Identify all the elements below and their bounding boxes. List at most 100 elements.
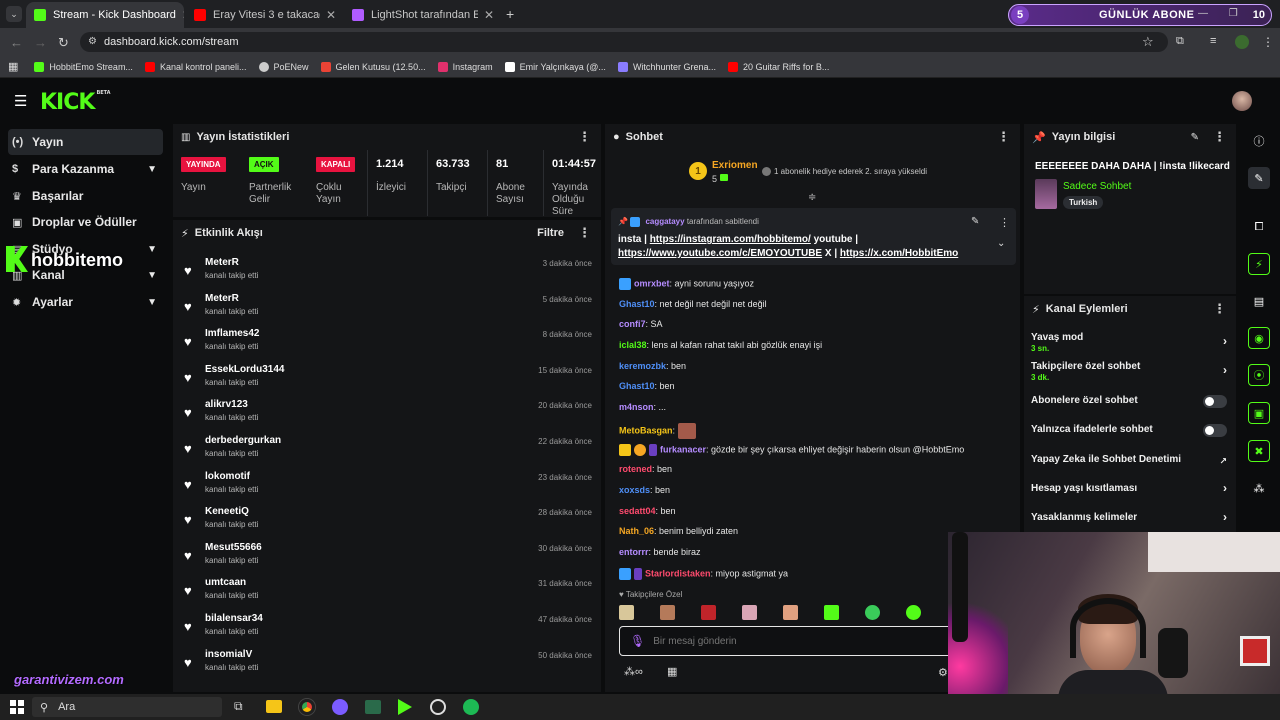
mod-tools-icon[interactable]: ⁂∞ bbox=[624, 665, 643, 678]
action-account-age[interactable]: Hesap yaşı kısıtlaması › bbox=[1031, 481, 1227, 497]
chat-username[interactable]: Starlordistaken bbox=[645, 568, 711, 578]
apps-icon[interactable]: ⁂ bbox=[1248, 477, 1270, 499]
filter-button[interactable]: Filtre bbox=[537, 227, 564, 239]
emote-icon[interactable] bbox=[701, 605, 716, 620]
pinned-user[interactable]: caggatayy bbox=[645, 217, 684, 226]
follower-name[interactable]: lokomotif bbox=[205, 471, 250, 482]
profile-icon[interactable] bbox=[1235, 35, 1249, 49]
windows-start-icon[interactable] bbox=[10, 700, 24, 714]
task-view-icon[interactable]: ⧉ bbox=[234, 699, 243, 714]
emote-icon[interactable] bbox=[742, 605, 757, 620]
taskbar-search[interactable]: ⚲ Ara bbox=[32, 697, 222, 717]
unpin-icon[interactable]: ✎ bbox=[971, 216, 979, 227]
follower-name[interactable]: bilalensar34 bbox=[205, 613, 263, 624]
bookmark-item[interactable]: HobbitEmo Stream... bbox=[34, 61, 133, 72]
follower-name[interactable]: Imflames42 bbox=[205, 328, 259, 339]
store-icon[interactable]: ▦ bbox=[667, 665, 677, 678]
follower-name[interactable]: alikrv123 bbox=[205, 399, 248, 410]
youtube-link[interactable]: https://www.youtube.com/c/EMOYOUTUBE bbox=[618, 248, 822, 259]
reload-icon[interactable]: ↻ bbox=[58, 35, 69, 51]
lightning-icon[interactable]: ⚡ bbox=[1248, 253, 1270, 275]
url-input[interactable]: dashboard.kick.com/stream bbox=[80, 32, 1168, 52]
pen-icon[interactable]: ✎ bbox=[1248, 167, 1270, 189]
category-link[interactable]: Sadece Sohbet bbox=[1063, 181, 1131, 192]
chat-username[interactable]: entorrr bbox=[619, 547, 649, 557]
emote-icon[interactable] bbox=[660, 605, 675, 620]
nav-para-kazanma[interactable]: $ Para Kazanma ▼ bbox=[8, 156, 163, 182]
spotify-icon[interactable] bbox=[463, 699, 479, 715]
instagram-link[interactable]: https://instagram.com/hobbitemo/ bbox=[650, 234, 811, 245]
new-tab-button[interactable]: + bbox=[506, 6, 514, 22]
chat-username[interactable]: iclal38 bbox=[619, 340, 647, 350]
bookmark-star-icon[interactable]: ☆ bbox=[1142, 34, 1154, 50]
nav-basarilar[interactable]: ♛ Başarılar bbox=[8, 183, 163, 209]
microphone-icon[interactable]: 🎙 bbox=[630, 634, 645, 648]
chat-menu-icon[interactable]: ⋮ bbox=[997, 129, 1010, 145]
emote-icon[interactable] bbox=[865, 605, 880, 620]
chat-username[interactable]: Ghast10 bbox=[619, 299, 655, 309]
wrench-icon[interactable]: ✖ bbox=[1248, 440, 1270, 462]
follower-name[interactable]: insomialV bbox=[205, 649, 252, 660]
x-link[interactable]: https://x.com/HobbitEmo bbox=[840, 248, 958, 259]
crop-icon[interactable]: ⧠ bbox=[1248, 216, 1270, 238]
chat-username[interactable]: confi7 bbox=[619, 319, 646, 329]
edit-icon[interactable]: ✎ bbox=[1191, 132, 1199, 143]
chat-username[interactable]: xoxsds bbox=[619, 485, 650, 495]
close-tab-icon[interactable]: ✕ bbox=[320, 8, 336, 22]
chat-username[interactable]: Nath_06 bbox=[619, 526, 654, 536]
kick-logo[interactable]: KICK BETA bbox=[40, 90, 111, 115]
nav-droplar[interactable]: ▣ Droplar ve Ödüller bbox=[8, 209, 163, 235]
bookmark-item[interactable]: Kanal kontrol paneli... bbox=[144, 61, 247, 72]
language-tag[interactable]: Turkish bbox=[1063, 196, 1104, 209]
chat-username[interactable]: Ghast10 bbox=[619, 381, 655, 391]
action-ai-moderation[interactable]: Yapay Zeka ile Sohbet Denetimi ↗ bbox=[1031, 454, 1227, 468]
chat-username[interactable]: furkanacer bbox=[660, 444, 706, 454]
follower-name[interactable]: EssekLordu3144 bbox=[205, 364, 285, 375]
action-yavas-mod[interactable]: Yavaş mod 3 sn. › bbox=[1031, 332, 1227, 356]
activity-menu-icon[interactable]: ⋮ bbox=[578, 225, 591, 241]
browser-tab-lightshot[interactable]: LightShot tarafından Ekran Gö ✕ bbox=[344, 2, 502, 28]
action-takipci-sohbet[interactable]: Takipçilere özel sohbet 3 dk. › bbox=[1031, 361, 1227, 385]
chat-message-input[interactable] bbox=[653, 635, 934, 647]
chat-username[interactable]: m4nson bbox=[619, 402, 654, 412]
stats-menu-icon[interactable]: ⋮ bbox=[578, 129, 591, 145]
emote-icon[interactable] bbox=[906, 605, 921, 620]
tab-search-button[interactable]: ⌄ bbox=[6, 6, 22, 22]
broadcast-icon[interactable]: ⦿ bbox=[1248, 364, 1270, 386]
taskbar-app-icon[interactable] bbox=[365, 700, 381, 714]
top-gifter-name[interactable]: Exriomen bbox=[712, 160, 758, 171]
emote-toggle[interactable] bbox=[1203, 424, 1227, 437]
taskbar-app-icon[interactable] bbox=[332, 699, 348, 715]
info-icon[interactable]: ⓘ bbox=[1248, 130, 1270, 152]
follower-name[interactable]: MeterR bbox=[205, 293, 239, 304]
emote-icon[interactable] bbox=[783, 605, 798, 620]
pinned-menu-icon[interactable]: ⋮ bbox=[999, 216, 1010, 229]
site-info-icon[interactable]: ⚙ bbox=[88, 36, 97, 47]
back-icon[interactable]: ← bbox=[10, 35, 23, 50]
expand-pinned-icon[interactable]: ⌄ bbox=[997, 238, 1005, 249]
browser-tab-youtube[interactable]: Eray Vitesi 3 e takacağına 1 e ta ✕ bbox=[186, 2, 344, 28]
chat-input[interactable]: 🎙 bbox=[619, 626, 959, 656]
file-explorer-icon[interactable] bbox=[266, 700, 282, 713]
extensions-icon[interactable]: ⧉ bbox=[1176, 35, 1184, 48]
follower-name[interactable]: MeterR bbox=[205, 257, 239, 268]
window-controls[interactable]: — ❐ bbox=[1198, 8, 1238, 19]
channel-actions-menu-icon[interactable]: ⋮ bbox=[1213, 301, 1226, 317]
stream-info-menu-icon[interactable]: ⋮ bbox=[1213, 129, 1226, 145]
chat-username[interactable]: sedatt04 bbox=[619, 506, 656, 516]
nav-yayin[interactable]: (•) Yayın bbox=[8, 129, 163, 155]
scroll-down-icon[interactable]: ≑ bbox=[808, 192, 816, 203]
browser-menu-icon[interactable]: ⋮ bbox=[1262, 35, 1274, 49]
media-icon[interactable]: ≡ bbox=[1210, 35, 1216, 47]
hamburger-menu-icon[interactable]: ☰ bbox=[14, 92, 27, 110]
emote-icon[interactable] bbox=[824, 605, 839, 620]
bookmark-item[interactable]: 20 Guitar Riffs for B... bbox=[727, 61, 829, 72]
chat-username[interactable]: MetoBasgan bbox=[619, 425, 673, 435]
chat-username[interactable]: omrxbet bbox=[634, 278, 670, 288]
document-icon[interactable]: ▤ bbox=[1248, 290, 1270, 312]
user-avatar[interactable] bbox=[1232, 91, 1252, 111]
bookmark-item[interactable]: Gelen Kutusu (12.50... bbox=[320, 61, 426, 72]
close-tab-icon[interactable]: ✕ bbox=[478, 8, 494, 22]
follower-name[interactable]: Mesut55666 bbox=[205, 542, 262, 553]
apps-grid-icon[interactable]: ▦ bbox=[8, 60, 18, 73]
